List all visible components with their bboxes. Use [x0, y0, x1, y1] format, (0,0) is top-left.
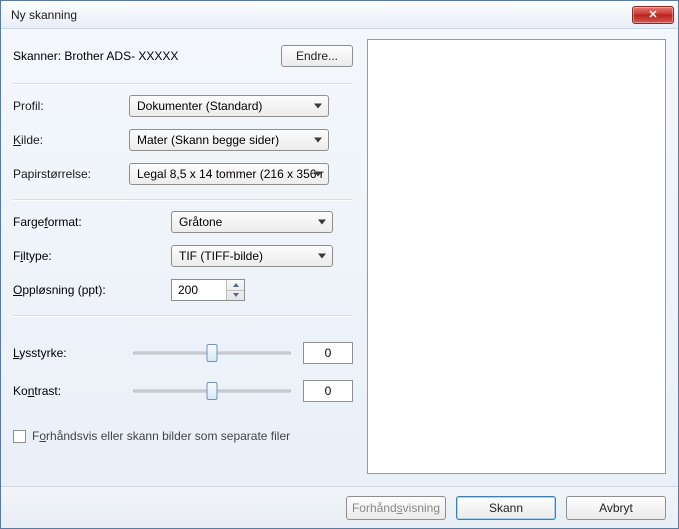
- brightness-value[interactable]: 0: [303, 342, 353, 364]
- change-scanner-button[interactable]: Endre...: [281, 45, 353, 67]
- separate-files-label: Forhåndsvis eller skann bilder som separ…: [32, 429, 290, 443]
- profile-label: Profil:: [13, 99, 121, 113]
- chevron-down-icon: [314, 138, 322, 143]
- cancel-button[interactable]: Avbryt: [566, 496, 666, 520]
- chevron-down-icon: [318, 220, 326, 225]
- chevron-down-icon: [318, 254, 326, 259]
- scan-dialog: Ny skanning ✕ Skanner: Brother ADS- XXXX…: [0, 0, 679, 529]
- contrast-value[interactable]: 0: [303, 380, 353, 402]
- divider: [13, 199, 353, 201]
- filetype-label: Filtype:: [13, 249, 163, 263]
- close-button[interactable]: ✕: [632, 6, 674, 24]
- filetype-select[interactable]: TIF (TIFF-bilde): [171, 245, 333, 267]
- slider-thumb[interactable]: [207, 382, 218, 400]
- colorformat-label: Fargeformat:: [13, 215, 163, 229]
- profile-select[interactable]: Dokumenter (Standard): [129, 95, 329, 117]
- spinner-up-icon[interactable]: [227, 280, 244, 290]
- slider-thumb[interactable]: [207, 344, 218, 362]
- contrast-slider[interactable]: [129, 379, 295, 403]
- scanner-label: Skanner: Brother ADS- XXXXX: [13, 49, 178, 63]
- spinner-arrows[interactable]: [226, 280, 244, 300]
- separate-files-checkbox[interactable]: [13, 430, 26, 443]
- brightness-label: Lysstyrke:: [13, 346, 121, 360]
- form-top: Profil: Dokumenter (Standard) Kilde: Mat…: [13, 95, 353, 185]
- contrast-label: Kontrast:: [13, 384, 121, 398]
- separate-files-row[interactable]: Forhåndsvis eller skann bilder som separ…: [13, 429, 353, 443]
- resolution-spinner[interactable]: [171, 279, 245, 301]
- divider: [13, 315, 353, 317]
- brightness-slider[interactable]: [129, 341, 295, 365]
- resolution-input[interactable]: [172, 280, 226, 300]
- close-icon: ✕: [648, 8, 657, 21]
- preview-pane: [367, 39, 666, 474]
- preview-button[interactable]: Forhåndsvisning: [346, 496, 446, 520]
- window-title: Ny skanning: [11, 8, 632, 22]
- titlebar: Ny skanning ✕: [1, 1, 678, 29]
- form-mid: Fargeformat: Gråtone Filtype: TIF (TIFF-…: [13, 211, 353, 301]
- dialog-footer: Forhåndsvisning Skann Avbryt: [1, 486, 678, 528]
- source-select[interactable]: Mater (Skann begge sider): [129, 129, 329, 151]
- spinner-down-icon[interactable]: [227, 290, 244, 301]
- scanner-row: Skanner: Brother ADS- XXXXX Endre...: [13, 39, 353, 81]
- papersize-label: Papirstørrelse:: [13, 167, 121, 181]
- papersize-select[interactable]: Legal 8,5 x 14 tommer (216 x 356 r: [129, 163, 329, 185]
- chevron-down-icon: [314, 172, 322, 177]
- settings-panel: Skanner: Brother ADS- XXXXX Endre... Pro…: [13, 39, 353, 474]
- colorformat-select[interactable]: Gråtone: [171, 211, 333, 233]
- contrast-row: Kontrast: 0: [13, 379, 353, 403]
- divider: [13, 83, 353, 85]
- chevron-down-icon: [314, 104, 322, 109]
- content-area: Skanner: Brother ADS- XXXXX Endre... Pro…: [1, 29, 678, 486]
- brightness-row: Lysstyrke: 0: [13, 341, 353, 365]
- resolution-label: Oppløsning (ppt):: [13, 283, 163, 297]
- source-label: Kilde:: [13, 133, 121, 147]
- scan-button[interactable]: Skann: [456, 496, 556, 520]
